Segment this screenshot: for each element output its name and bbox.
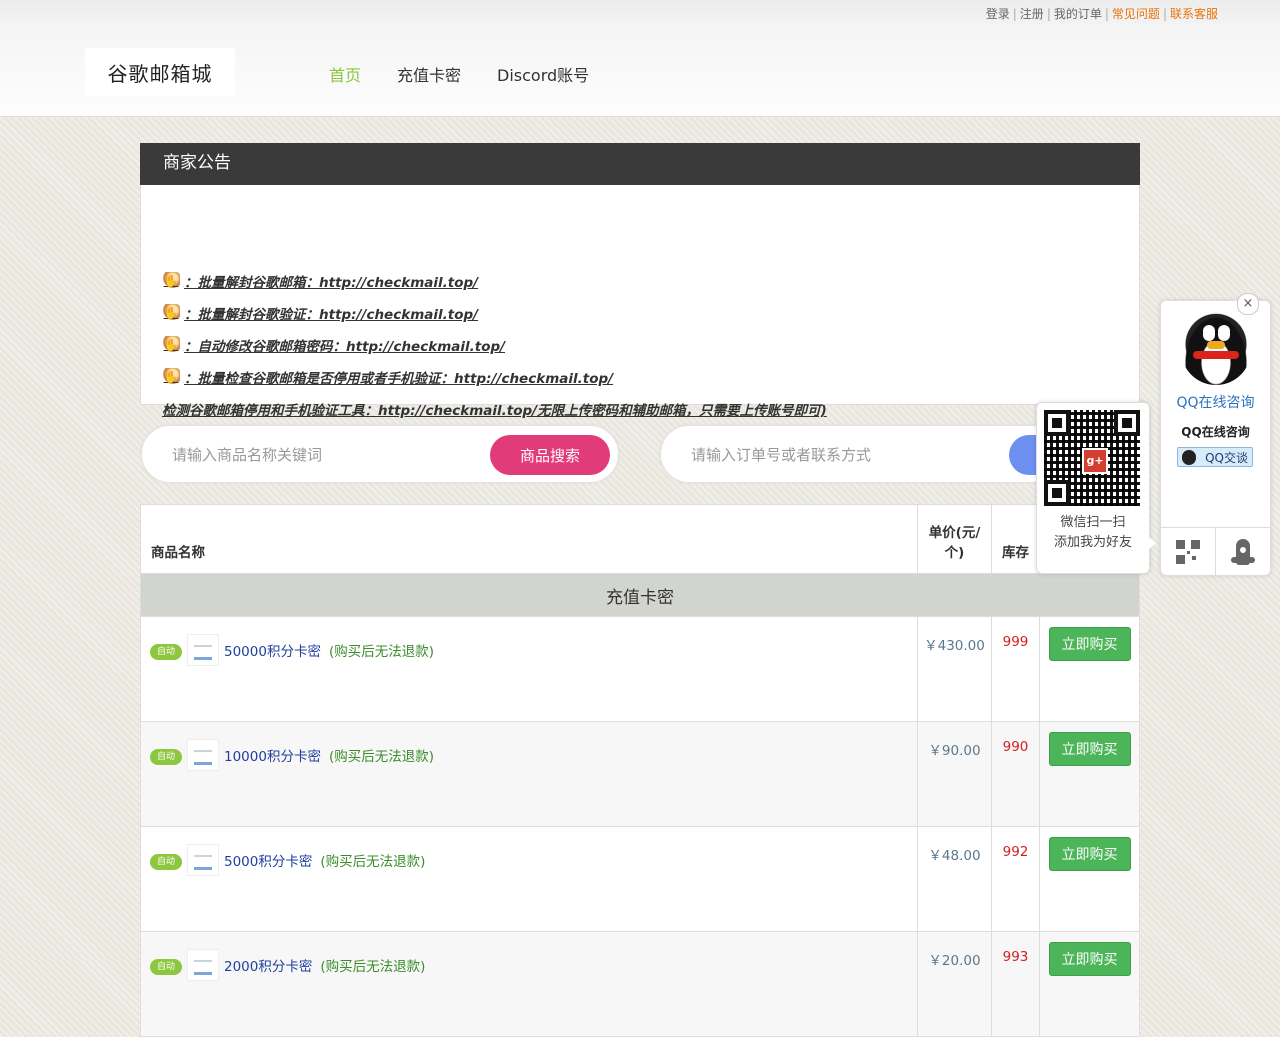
- notice-line[interactable]: ✋ ：自动修改谷歌邮箱密码：http://checkmail.top/: [162, 335, 505, 355]
- product-price: ￥20.00: [917, 931, 992, 1037]
- auto-badge: 自动: [150, 749, 182, 765]
- thumbs-up-icon: ✋: [162, 304, 180, 322]
- product-stock: 999: [991, 616, 1040, 722]
- notice-line[interactable]: 检测谷歌邮箱停用和手机验证工具：http://checkmail.top/无限上…: [162, 399, 827, 419]
- product-stock: 993: [991, 931, 1040, 1037]
- notice-line[interactable]: ✋ ：批量检查谷歌邮箱是否停用或者手机验证：http://checkmail.to…: [162, 367, 613, 387]
- back-to-top-button[interactable]: [1216, 528, 1270, 576]
- qq-consult-subtitle: QQ在线咨询: [1181, 425, 1250, 439]
- product-link[interactable]: 10000积分卡密: [224, 745, 321, 765]
- auto-badge: 自动: [150, 644, 182, 660]
- product-thumbnail: [187, 634, 219, 666]
- notice-title: 商家公告: [140, 143, 1140, 185]
- col-header-stock: 库存: [991, 504, 1040, 574]
- qr-finder-icon: [1044, 480, 1070, 506]
- product-stock: 992: [991, 826, 1040, 932]
- qr-code-image: g+: [1044, 410, 1140, 506]
- qr-finder-icon: [1114, 410, 1140, 436]
- product-link[interactable]: 2000积分卡密: [224, 955, 312, 975]
- table-header-row: 商品名称 单价(元/个) 库存 操作: [140, 504, 1140, 574]
- table-row: 自动 10000积分卡密 (购买后无法退款) ￥90.00 990 立即购买: [140, 721, 1140, 827]
- thumbs-up-icon: ✋: [162, 368, 180, 386]
- product-price: ￥48.00: [917, 826, 992, 932]
- product-note: (购买后无法退款): [328, 644, 434, 660]
- contact-support-link[interactable]: 联系客服: [1170, 7, 1218, 21]
- login-link[interactable]: 登录: [986, 7, 1010, 21]
- qr-finder-icon: [1044, 410, 1070, 436]
- product-search-input[interactable]: [170, 440, 474, 470]
- rocket-icon: [1231, 539, 1255, 565]
- table-row: 自动 50000积分卡密 (购买后无法退款) ￥430.00 999 立即购买: [140, 616, 1140, 722]
- buy-now-button[interactable]: 立即购买: [1048, 627, 1131, 661]
- notice-body: ✋ ：批量解封谷歌邮箱：http://checkmail.top/ ✋ ：批量解封谷…: [140, 185, 1140, 419]
- notice-panel: 商家公告 ✋ ：批量解封谷歌邮箱：http://checkmail.top/ ✋：…: [140, 143, 1140, 419]
- product-price: ￥90.00: [917, 721, 992, 827]
- faq-link[interactable]: 常见问题: [1112, 7, 1160, 21]
- product-link[interactable]: 50000积分卡密: [224, 640, 321, 660]
- product-search-box: 商品搜索: [141, 425, 619, 483]
- qq-penguin-icon: [1181, 311, 1251, 385]
- qq-panel-footer: [1161, 527, 1270, 576]
- top-links: 登录 | 注册 | 我的订单 | 常见问题 | 联系客服: [985, 7, 1218, 21]
- main-nav: 首页 充值卡密 Discord账号: [329, 62, 589, 86]
- order-search-input[interactable]: [689, 440, 993, 470]
- nav-item-home[interactable]: 首页: [329, 62, 361, 86]
- notice-line[interactable]: ✋ ：批量解封谷歌验证：http://checkmail.top/: [162, 303, 478, 323]
- table-row: 自动 2000积分卡密 (购买后无法退款) ￥20.00 993 立即购买: [140, 931, 1140, 1037]
- google-plus-icon: g+: [1082, 448, 1108, 474]
- auto-badge: 自动: [150, 959, 182, 975]
- product-note: (购买后无法退款): [320, 959, 426, 975]
- close-icon[interactable]: ×: [1237, 293, 1259, 315]
- qq-mini-icon: [1182, 450, 1196, 465]
- thumbs-up-icon: ✋: [162, 336, 180, 354]
- qr-toggle-button[interactable]: [1161, 528, 1216, 576]
- product-thumbnail: [187, 739, 219, 771]
- product-price: ￥430.00: [917, 616, 992, 722]
- nav-item-discord-accounts[interactable]: Discord账号: [497, 62, 589, 86]
- buy-now-button[interactable]: 立即购买: [1048, 837, 1131, 871]
- qr-code-icon: [1176, 540, 1200, 564]
- product-link[interactable]: 5000积分卡密: [224, 850, 312, 870]
- notice-line[interactable]: ✋ ：批量解封谷歌邮箱：http://checkmail.top/: [162, 271, 478, 291]
- product-note: (购买后无法退款): [328, 749, 434, 765]
- register-link[interactable]: 注册: [1020, 7, 1044, 21]
- qq-consult-title[interactable]: QQ在线咨询: [1161, 392, 1270, 412]
- category-row: 充值卡密: [140, 573, 1140, 617]
- table-row: 自动 5000积分卡密 (购买后无法退款) ￥48.00 992 立即购买: [140, 826, 1140, 932]
- product-thumbnail: [187, 949, 219, 981]
- site-logo[interactable]: 谷歌邮箱城: [85, 48, 235, 96]
- product-note: (购买后无法退款): [320, 854, 426, 870]
- product-thumbnail: [187, 844, 219, 876]
- product-stock: 990: [991, 721, 1040, 827]
- nav-item-recharge-cards[interactable]: 充值卡密: [397, 62, 461, 86]
- col-header-price: 单价(元/个): [917, 504, 992, 574]
- product-table: 商品名称 单价(元/个) 库存 操作 充值卡密 自动 50000积分卡密 (购买…: [140, 504, 1140, 1037]
- wechat-qr-popup: g+ 微信扫一扫 添加我为好友: [1036, 402, 1156, 574]
- my-orders-link[interactable]: 我的订单: [1054, 7, 1102, 21]
- category-title: 充值卡密: [140, 573, 1140, 617]
- popup-arrow-icon: [1149, 537, 1156, 549]
- site-header: 登录 | 注册 | 我的订单 | 常见问题 | 联系客服 谷歌邮箱城 首页 充值卡密 Disco…: [0, 0, 1280, 117]
- thumbs-up-icon: ✋: [162, 272, 180, 290]
- buy-now-button[interactable]: 立即购买: [1048, 732, 1131, 766]
- product-search-button[interactable]: 商品搜索: [490, 435, 610, 475]
- qq-chat-button[interactable]: QQ交谈: [1177, 447, 1253, 467]
- col-header-name: 商品名称: [140, 504, 918, 574]
- qq-consult-panel: × QQ在线咨询 QQ在线咨询 QQ交谈: [1160, 293, 1271, 576]
- qr-caption: 微信扫一扫 添加我为好友: [1053, 515, 1132, 550]
- buy-now-button[interactable]: 立即购买: [1048, 942, 1131, 976]
- auto-badge: 自动: [150, 854, 182, 870]
